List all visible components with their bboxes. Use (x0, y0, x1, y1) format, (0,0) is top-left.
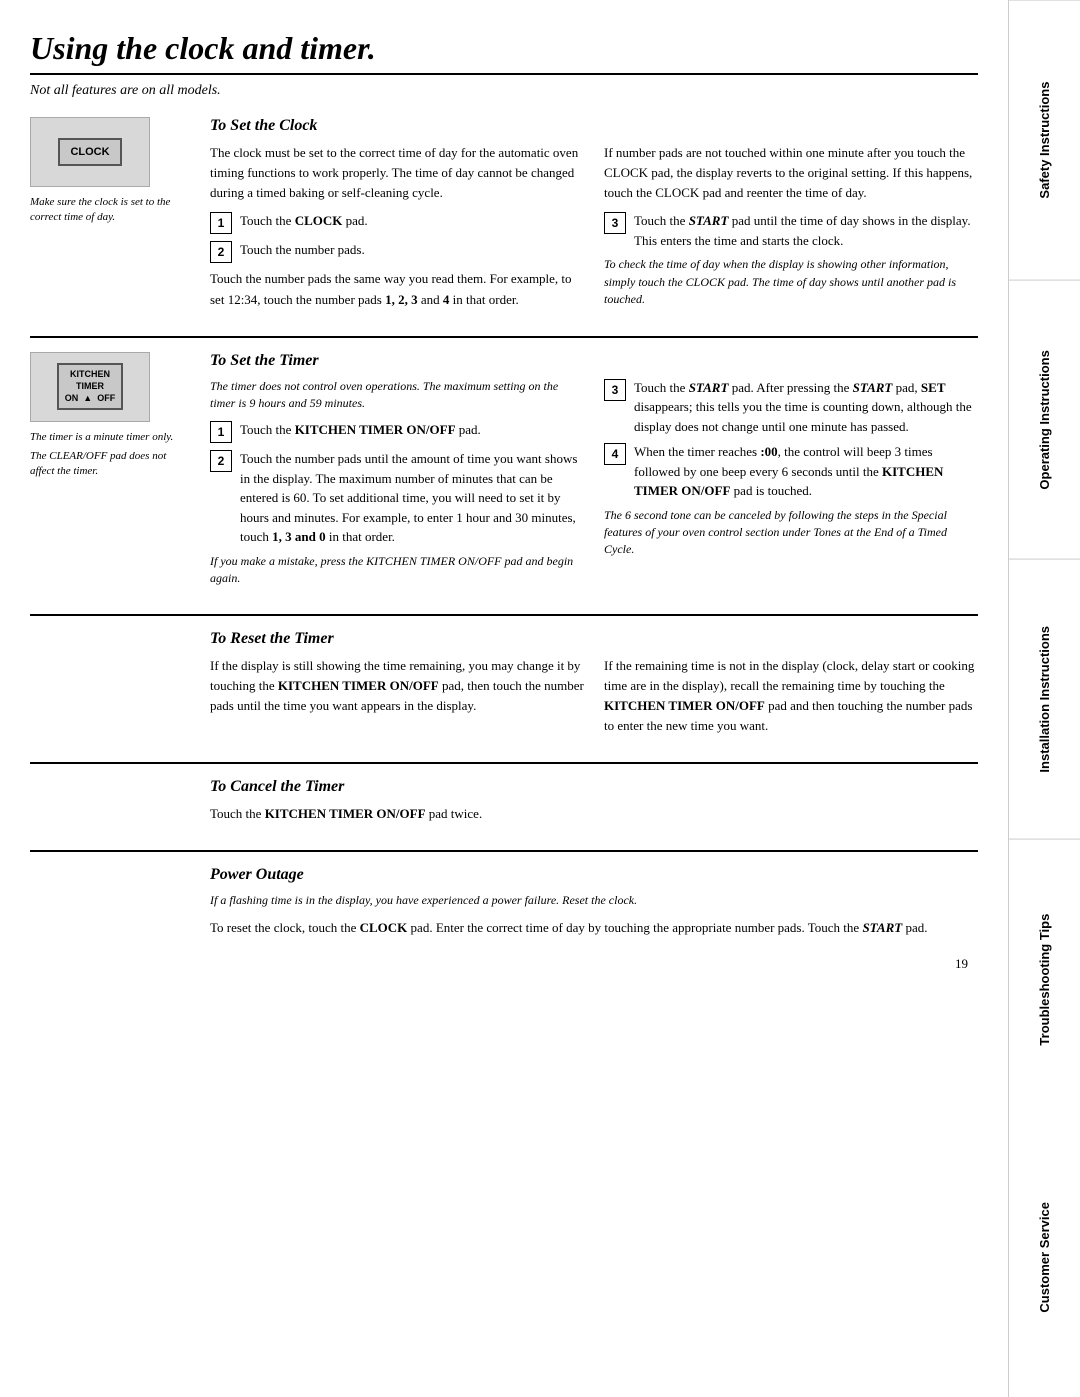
sidebar-installation-label: Installation Instructions (1037, 626, 1052, 773)
sidebar-safety-label: Safety Instructions (1037, 82, 1052, 199)
clock-step-2: 2 Touch the number pads. (210, 240, 584, 263)
subtitle: Not all features are on all models. (30, 83, 978, 99)
timer-heading: To Set the Timer (210, 352, 978, 370)
reset-body-left: If the display is still showing the time… (210, 656, 584, 716)
cancel-divider (30, 762, 978, 764)
clock-two-col: The clock must be set to the correct tim… (210, 143, 978, 318)
timer-step-text-2: Touch the number pads until the amount o… (240, 449, 584, 547)
clock-step-num-3: 3 (604, 212, 626, 234)
timer-caption2: The CLEAR/OFF pad does not affect the ti… (30, 449, 190, 480)
timer-left: KITCHENTIMERON ▲ OFF The timer is a minu… (30, 352, 190, 596)
reset-section: To Reset the Timer If the display is sti… (30, 630, 978, 745)
reset-col-left: If the display is still showing the time… (210, 656, 584, 745)
sidebar-troubleshooting: Troubleshooting Tips (1009, 839, 1080, 1119)
clock-step-num-2: 2 (210, 241, 232, 263)
sidebar-installation: Installation Instructions (1009, 559, 1080, 839)
clock-italic-note: To check the time of day when the displa… (604, 256, 978, 308)
clock-section: CLOCK Make sure the clock is set to the … (30, 117, 978, 318)
timer-step-num-3: 3 (604, 379, 626, 401)
reset-two-col: If the display is still showing the time… (210, 656, 978, 745)
clock-device-box: CLOCK (30, 117, 150, 187)
clock-right: To Set the Clock The clock must be set t… (210, 117, 978, 318)
page-number: 19 (30, 956, 978, 972)
timer-two-col: The timer does not control oven operatio… (210, 378, 978, 596)
clock-body2: Touch the number pads the same way you r… (210, 269, 584, 309)
reset-col-right: If the remaining time is not in the disp… (604, 656, 978, 745)
timer-step-num-4: 4 (604, 443, 626, 465)
cancel-body: Touch the KITCHEN TIMER ON/OFF pad twice… (210, 804, 978, 824)
timer-step-text-3: Touch the START pad. After pressing the … (634, 378, 978, 437)
timer-col-left: The timer does not control oven operatio… (210, 378, 584, 596)
sidebar-customer: Customer Service (1009, 1118, 1080, 1397)
reset-body-right: If the remaining time is not in the disp… (604, 656, 978, 737)
clock-right-body1: If number pads are not touched within on… (604, 143, 978, 203)
clock-step-num-1: 1 (210, 212, 232, 234)
timer-step-3: 3 Touch the START pad. After pressing th… (604, 378, 978, 437)
power-section: Power Outage If a flashing time is in th… (30, 866, 978, 946)
timer-step-num-2: 2 (210, 450, 232, 472)
timer-step-1: 1 Touch the KITCHEN TIMER ON/OFF pad. (210, 420, 584, 443)
timer-step-text-4: When the timer reaches :00, the control … (634, 442, 978, 501)
power-divider (30, 850, 978, 852)
page-title: Using the clock and timer. (30, 30, 978, 75)
timer-right-italic: The 6 second tone can be canceled by fol… (604, 507, 978, 559)
right-sidebar: Safety Instructions Operating Instructio… (1008, 0, 1080, 1397)
clock-step-text-2: Touch the number pads. (240, 240, 584, 260)
clock-heading: To Set the Clock (210, 117, 978, 135)
clock-step-3: 3 Touch the START pad until the time of … (604, 211, 978, 250)
timer-section: KITCHENTIMERON ▲ OFF The timer is a minu… (30, 352, 978, 596)
timer-step-2: 2 Touch the number pads until the amount… (210, 449, 584, 547)
clock-step-text-1: Touch the CLOCK pad. (240, 211, 584, 231)
power-left-spacer (30, 866, 190, 946)
cancel-left-spacer (30, 778, 190, 832)
reset-right: To Reset the Timer If the display is sti… (210, 630, 978, 745)
page-wrapper: Using the clock and timer. Not all featu… (0, 0, 1080, 1397)
clock-left: CLOCK Make sure the clock is set to the … (30, 117, 190, 318)
reset-divider (30, 614, 978, 616)
power-heading: Power Outage (210, 866, 978, 884)
timer-step-num-1: 1 (210, 421, 232, 443)
reset-heading: To Reset the Timer (210, 630, 978, 648)
timer-col-right: 3 Touch the START pad. After pressing th… (604, 378, 978, 596)
power-italic: If a flashing time is in the display, yo… (210, 892, 978, 909)
clock-device-label: CLOCK (58, 138, 121, 166)
cancel-heading: To Cancel the Timer (210, 778, 978, 796)
sidebar-operating: Operating Instructions (1009, 280, 1080, 560)
clock-body1: The clock must be set to the correct tim… (210, 143, 584, 203)
clock-caption: Make sure the clock is set to the correc… (30, 195, 190, 226)
cancel-right: To Cancel the Timer Touch the KITCHEN TI… (210, 778, 978, 832)
timer-italic-note: The timer does not control oven operatio… (210, 378, 584, 413)
sidebar-troubleshooting-label: Troubleshooting Tips (1037, 913, 1052, 1045)
timer-italic-note2: If you make a mistake, press the KITCHEN… (210, 553, 584, 588)
clock-col-right: If number pads are not touched within on… (604, 143, 978, 318)
timer-right: To Set the Timer The timer does not cont… (210, 352, 978, 596)
reset-left-spacer (30, 630, 190, 745)
power-body: To reset the clock, touch the CLOCK pad.… (210, 918, 978, 938)
timer-device-box: KITCHENTIMERON ▲ OFF (30, 352, 150, 422)
timer-caption1: The timer is a minute timer only. (30, 430, 190, 445)
sidebar-operating-label: Operating Instructions (1037, 350, 1052, 489)
sidebar-safety: Safety Instructions (1009, 0, 1080, 280)
timer-step-text-1: Touch the KITCHEN TIMER ON/OFF pad. (240, 420, 584, 440)
timer-step-4: 4 When the timer reaches :00, the contro… (604, 442, 978, 501)
clock-divider (30, 336, 978, 338)
power-right: Power Outage If a flashing time is in th… (210, 866, 978, 946)
sidebar-customer-label: Customer Service (1037, 1202, 1052, 1313)
clock-step-1: 1 Touch the CLOCK pad. (210, 211, 584, 234)
main-content: Using the clock and timer. Not all featu… (0, 0, 1008, 1397)
clock-col-left: The clock must be set to the correct tim… (210, 143, 584, 318)
clock-step-text-3: Touch the START pad until the time of da… (634, 211, 978, 250)
cancel-section: To Cancel the Timer Touch the KITCHEN TI… (30, 778, 978, 832)
timer-device-label: KITCHENTIMERON ▲ OFF (57, 363, 123, 410)
